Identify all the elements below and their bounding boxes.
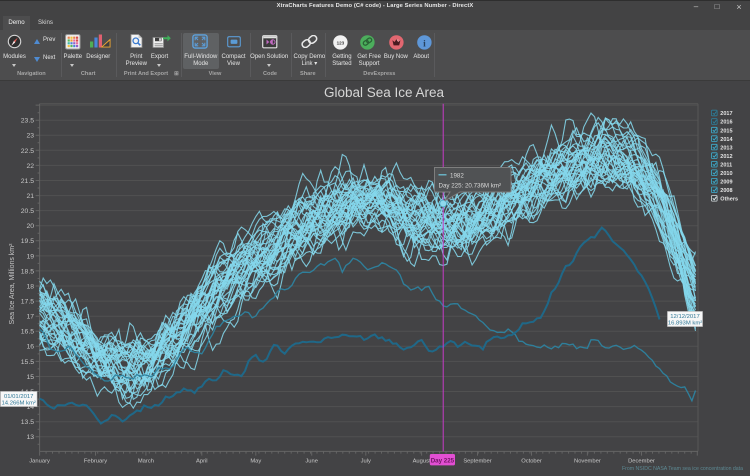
svg-text:2008: 2008	[720, 188, 732, 194]
svg-text:20.5: 20.5	[21, 208, 34, 215]
svg-text:2016: 2016	[720, 120, 732, 126]
svg-text:From NSIDC NASA Team sea ice c: From NSIDC NASA Team sea ice concentrati…	[622, 466, 743, 472]
svg-text:Sea Ice Area, Millions km²: Sea Ice Area, Millions km²	[9, 243, 16, 325]
svg-text:2017: 2017	[720, 111, 732, 117]
svg-text:123: 123	[337, 41, 345, 46]
svg-text:September: September	[463, 459, 491, 465]
svg-text:2011: 2011	[720, 162, 732, 168]
svg-text:14.266M km²: 14.266M km²	[2, 401, 36, 407]
svg-text:23: 23	[26, 133, 34, 140]
svg-text:22.5: 22.5	[21, 148, 34, 155]
svg-text:i: i	[423, 40, 426, 50]
svg-text:2010: 2010	[720, 171, 732, 177]
svg-text:18.5: 18.5	[21, 268, 34, 275]
svg-text:2013: 2013	[720, 145, 732, 151]
svg-text:June: June	[305, 459, 318, 465]
svg-text:19.5: 19.5	[21, 238, 34, 245]
svg-text:April: April	[196, 459, 208, 465]
svg-text:Day 225: 20.736M km²: Day 225: 20.736M km²	[439, 183, 502, 190]
svg-text:17.5: 17.5	[21, 299, 34, 306]
svg-text:August: August	[413, 459, 431, 465]
svg-text:2012: 2012	[720, 154, 732, 160]
svg-text:2015: 2015	[720, 128, 732, 134]
svg-text:21: 21	[26, 193, 34, 200]
svg-text:15: 15	[26, 374, 34, 381]
svg-text:July: July	[361, 459, 371, 465]
svg-text:18: 18	[26, 283, 34, 290]
svg-text:Others: Others	[720, 197, 738, 203]
svg-text:01/01/2017: 01/01/2017	[4, 394, 33, 400]
svg-text:13: 13	[26, 434, 34, 441]
svg-text:1982: 1982	[450, 172, 464, 179]
svg-text:16: 16	[26, 344, 34, 351]
svg-text:2009: 2009	[720, 179, 732, 185]
svg-text:Day 225: Day 225	[431, 457, 455, 464]
svg-text:March: March	[138, 459, 154, 465]
svg-text:19: 19	[26, 253, 34, 260]
svg-text:21.5: 21.5	[21, 178, 34, 185]
svg-text:15.5: 15.5	[21, 359, 34, 366]
svg-text:2014: 2014	[720, 137, 733, 143]
svg-text:13.5: 13.5	[21, 419, 34, 426]
svg-text:November: November	[574, 459, 601, 465]
svg-text:May: May	[250, 459, 261, 465]
svg-text:17: 17	[26, 314, 34, 321]
svg-text:23.5: 23.5	[21, 118, 34, 125]
svg-text:February: February	[84, 459, 107, 465]
svg-text:January: January	[29, 459, 50, 465]
svg-text:16.5: 16.5	[21, 329, 34, 336]
svg-text:December: December	[628, 459, 655, 465]
svg-text:22: 22	[26, 163, 34, 170]
svg-text:October: October	[521, 459, 542, 465]
svg-text:20: 20	[26, 223, 34, 230]
svg-text:12/12/2017: 12/12/2017	[670, 314, 699, 320]
svg-text:16.893M km²: 16.893M km²	[668, 321, 702, 327]
